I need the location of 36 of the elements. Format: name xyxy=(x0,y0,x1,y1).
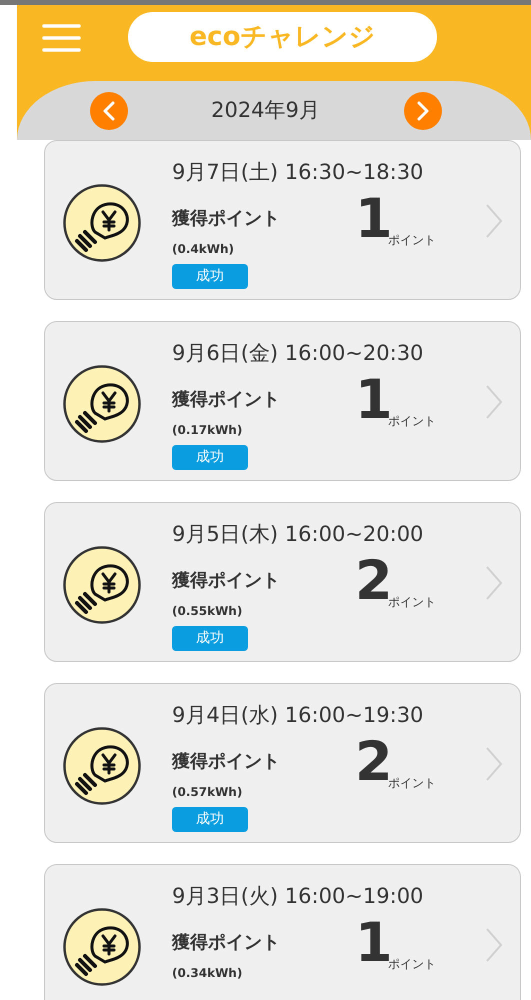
date-time: 9月5日(木) 16:00~20:00 xyxy=(172,521,424,548)
chevron-right-icon xyxy=(485,565,503,601)
next-month-button[interactable] xyxy=(404,92,442,130)
app-title: ecoチャレンジ xyxy=(128,12,437,62)
date-time: 9月6日(金) 16:00~20:30 xyxy=(172,340,424,367)
chevron-left-icon xyxy=(102,100,116,120)
points-label: 獲得ポイント xyxy=(172,207,280,231)
chevron-right-icon xyxy=(485,927,503,963)
chevron-right-icon xyxy=(485,384,503,420)
bulb-yen-icon xyxy=(63,908,141,986)
points-label: 獲得ポイント xyxy=(172,750,280,774)
energy-saved: (0.4kWh) xyxy=(172,241,234,258)
status-badge: 成功 xyxy=(172,445,248,470)
date-time: 9月7日(土) 16:30~18:30 xyxy=(172,159,424,186)
chevron-right-icon xyxy=(416,100,430,120)
energy-saved: (0.34kWh) xyxy=(172,965,242,982)
date-time: 9月4日(水) 16:00~19:30 xyxy=(172,702,424,729)
bulb-yen-icon xyxy=(63,546,141,624)
chevron-right-icon xyxy=(485,746,503,782)
energy-saved: (0.17kWh) xyxy=(172,422,242,439)
bulb-yen-icon xyxy=(63,365,141,443)
energy-saved: (0.55kWh) xyxy=(172,603,242,620)
status-badge: 成功 xyxy=(172,807,248,832)
status-badge: 成功 xyxy=(172,626,248,651)
bulb-yen-icon xyxy=(63,184,141,262)
previous-month-button[interactable] xyxy=(90,92,128,130)
menu-icon[interactable] xyxy=(42,23,81,53)
chevron-right-icon xyxy=(485,203,503,239)
energy-saved: (0.57kWh) xyxy=(172,784,242,801)
points-label: 獲得ポイント xyxy=(172,388,280,412)
date-time: 9月3日(火) 16:00~19:00 xyxy=(172,883,424,910)
status-badge: 成功 xyxy=(172,264,248,289)
points-label: 獲得ポイント xyxy=(172,569,280,593)
bulb-yen-icon xyxy=(63,727,141,805)
points-label: 獲得ポイント xyxy=(172,931,280,955)
month-label: 2024年9月 xyxy=(210,96,321,124)
